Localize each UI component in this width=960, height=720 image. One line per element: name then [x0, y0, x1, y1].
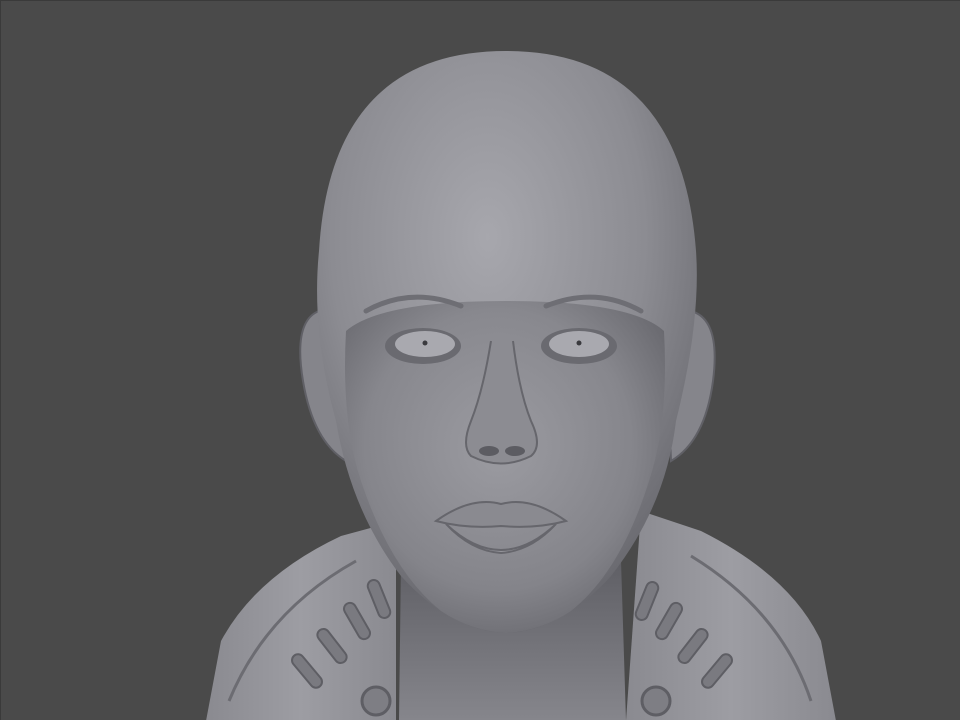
sculpt-viewport[interactable]: [0, 0, 960, 720]
model-render[interactable]: [1, 1, 960, 720]
